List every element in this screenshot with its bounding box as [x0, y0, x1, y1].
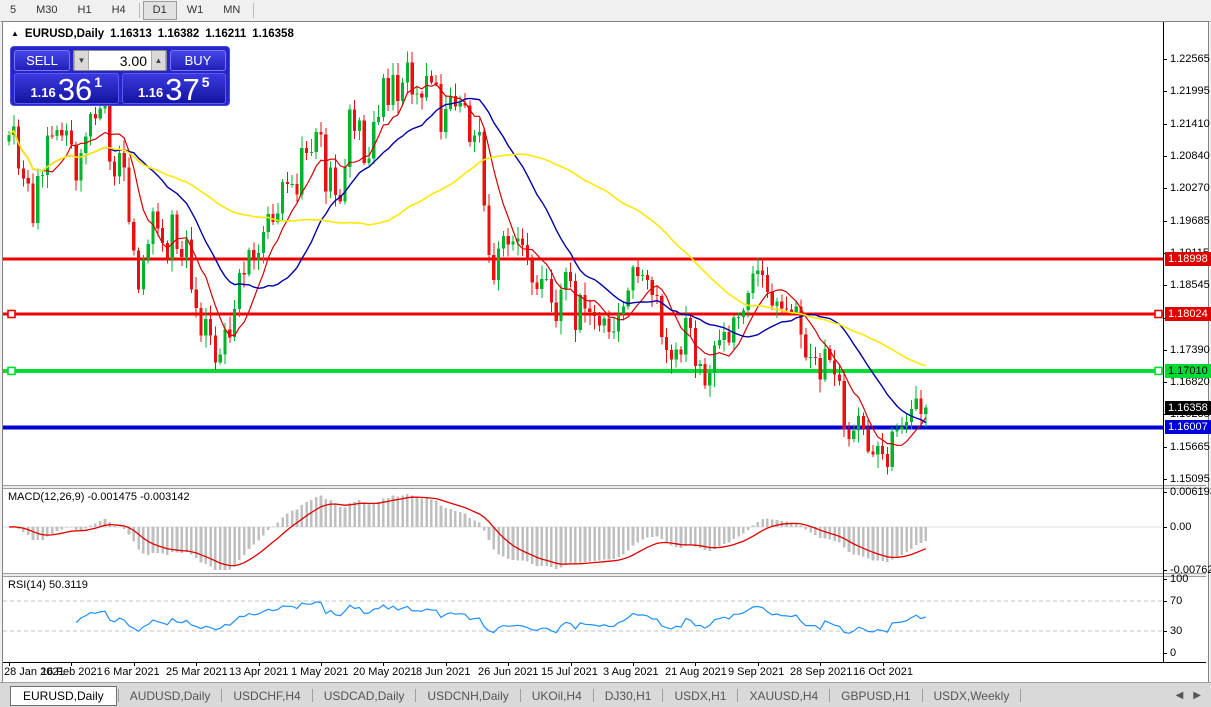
tab-separator	[117, 689, 119, 702]
rsi-chart	[3, 600, 1163, 634]
volume-input[interactable]	[89, 51, 151, 70]
sell-price-display[interactable]: 1.16 36 1	[14, 73, 119, 104]
macd-indicator-pane[interactable]: MACD(12,26,9) -0.001475 -0.003142	[3, 489, 1206, 573]
tab-dj30-h1[interactable]: DJ30,H1	[595, 686, 662, 706]
candles	[7, 62, 928, 467]
timeframe-button-5[interactable]: 5	[0, 1, 26, 20]
ohlc-close-value: 1.16358	[252, 28, 294, 40]
line-handle[interactable]	[7, 366, 16, 376]
tab-scroll-right-icon[interactable]: ▶	[1193, 690, 1201, 701]
chart-symbol-label: EURUSD,Daily	[24, 28, 105, 40]
tab-separator	[415, 689, 417, 702]
price-axis-line	[1163, 22, 1164, 662]
tab-usdcnh-daily[interactable]: USDCNH,Daily	[417, 686, 518, 706]
collapse-arrow-icon[interactable]: ▲	[11, 29, 19, 40]
sell-price-pip: 1	[94, 74, 103, 90]
tab-scroll-left-icon[interactable]: ◀	[1176, 690, 1184, 701]
tab-eurusd-daily[interactable]: EURUSD,Daily	[10, 685, 117, 706]
trading-terminal-window: 5 M30 H1 H4 D1 W1 MN ▲ EURUSD,Daily 1.16313 1.…	[0, 0, 1211, 707]
line-handle[interactable]	[7, 309, 16, 319]
ohlc-low-value: 1.16211	[205, 28, 247, 40]
tab-usdx-h1[interactable]: USDX,H1	[664, 686, 736, 706]
tab-separator	[1020, 689, 1022, 702]
timeframe-button-mn[interactable]: MN	[213, 1, 250, 20]
tab-usdchf-h4[interactable]: USDCHF,H4	[223, 686, 310, 706]
volume-increase-icon[interactable]: ▲	[151, 51, 166, 70]
timeframe-button-h1[interactable]: H1	[68, 1, 102, 20]
tab-audusd-daily[interactable]: AUDUSD,Daily	[120, 686, 221, 706]
ohlc-open-value: 1.16313	[110, 28, 152, 40]
tab-separator	[592, 689, 594, 702]
chart-tabs: EURUSD,Daily AUDUSD,Daily USDCHF,H4 USDCAD,…	[0, 685, 1022, 706]
sell-price-prefix: 1.16	[30, 85, 56, 100]
timeframe-toolbar: 5 M30 H1 H4 D1 W1 MN	[0, 0, 1211, 22]
moving-average-line	[8, 83, 927, 447]
toolbar-separator	[138, 3, 140, 18]
buy-price-pip: 5	[201, 74, 210, 90]
moving-average-line	[8, 129, 927, 367]
tab-separator	[221, 689, 223, 702]
chart-window[interactable]: ▲ EURUSD,Daily 1.16313 1.16382 1.16211 1…	[2, 21, 1211, 684]
volume-decrease-icon[interactable]: ▼	[74, 51, 89, 70]
tab-separator	[737, 689, 739, 702]
date-axis	[3, 663, 1206, 681]
macd-signal-line	[8, 496, 927, 567]
tab-usdcad-daily[interactable]: USDCAD,Daily	[314, 686, 415, 706]
chart-tab-bar: EURUSD,Daily AUDUSD,Daily USDCHF,H4 USDCAD,…	[0, 682, 1211, 707]
tab-separator	[921, 689, 923, 702]
tab-separator	[519, 689, 521, 702]
timeframe-button-m30[interactable]: M30	[26, 1, 67, 20]
tab-separator	[662, 689, 664, 702]
buy-price-main: 37	[165, 73, 200, 104]
one-click-trading-panel: SELL ▼ ▲ BUY 1.16 36 1 1.16	[10, 46, 230, 106]
buy-price-prefix: 1.16	[137, 85, 164, 100]
rsi-label: RSI(14) 50.3119	[8, 579, 88, 591]
sell-price-main: 36	[57, 73, 93, 104]
chart-header: ▲ EURUSD,Daily 1.16313 1.16382 1.16211 1…	[11, 28, 294, 40]
timeframe-button-w1[interactable]: W1	[177, 1, 214, 20]
macd-label: MACD(12,26,9) -0.001475 -0.003142	[8, 491, 190, 503]
buy-price-display[interactable]: 1.16 37 5	[121, 73, 226, 104]
tab-gbpusd-h1[interactable]: GBPUSD,H1	[831, 686, 920, 706]
price-chart-pane[interactable]: ▲ EURUSD,Daily 1.16313 1.16382 1.16211 1…	[3, 22, 1206, 485]
tab-separator	[829, 689, 831, 702]
ohlc-high-value: 1.16382	[157, 28, 200, 40]
rsi-line	[75, 601, 926, 634]
line-handle[interactable]	[1154, 309, 1163, 319]
sell-button[interactable]: SELL	[14, 50, 70, 71]
tab-xauusd-h4[interactable]: XAUUSD,H4	[739, 686, 828, 706]
tab-separator	[311, 689, 313, 702]
buy-button[interactable]: BUY	[170, 50, 226, 71]
timeframe-button-d1[interactable]: D1	[142, 1, 177, 20]
volume-spinner: ▼ ▲	[73, 50, 167, 71]
tab-ukoil-h4[interactable]: UKOil,H4	[522, 686, 592, 706]
tab-usdx-weekly[interactable]: USDX,Weekly	[924, 686, 1020, 706]
toolbar-separator	[253, 3, 255, 18]
rsi-indicator-pane[interactable]: RSI(14) 50.3119	[3, 577, 1206, 662]
line-handle[interactable]	[1154, 366, 1163, 376]
timeframe-button-h4[interactable]: H4	[102, 1, 136, 20]
